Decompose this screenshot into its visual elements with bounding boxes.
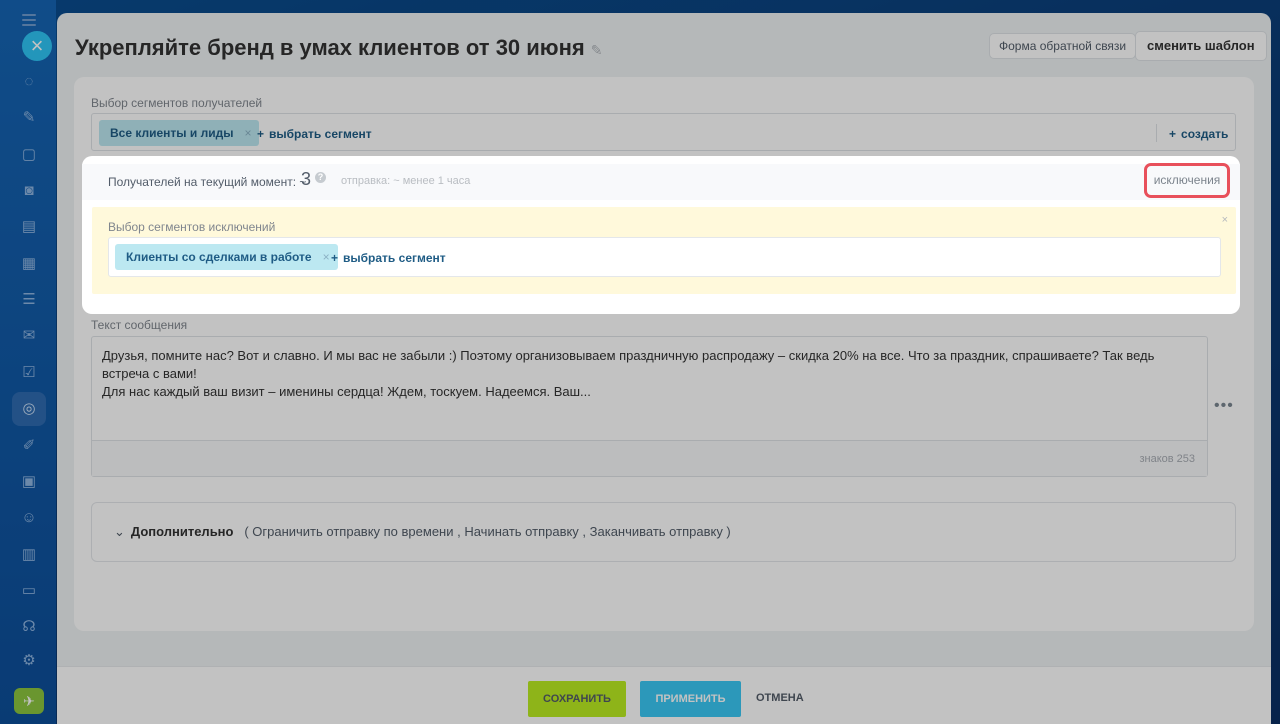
remove-chip-icon[interactable]: × — [323, 244, 330, 270]
exclusion-segments-field[interactable]: Клиенты со сделками в работе × + выбрать с… — [108, 237, 1221, 277]
dim-overlay — [0, 0, 1280, 724]
help-icon[interactable]: ? — [315, 172, 326, 183]
select-exclusion-segment-link[interactable]: + выбрать сегмент — [331, 251, 446, 265]
recipients-exclusions-highlight: Получателей на текущий момент: ~ 3 ? отп… — [82, 156, 1240, 314]
plus-icon: + — [331, 251, 339, 265]
close-icon[interactable]: × — [1222, 214, 1228, 226]
send-time-estimate: отправка: ~ менее 1 часа — [341, 175, 471, 187]
exclusion-segments-area: Выбор сегментов исключений × Клиенты со … — [92, 207, 1236, 294]
recipients-label: Получателей на текущий момент: ~ — [108, 175, 307, 189]
exclusion-segments-label: Выбор сегментов исключений — [108, 220, 276, 234]
exclusion-segment-chip[interactable]: Клиенты со сделками в работе × — [115, 244, 338, 270]
recipients-count: 3 — [301, 169, 312, 189]
recipients-row: Получателей на текущий момент: ~ 3 ? отп… — [82, 163, 1240, 200]
exclusions-button[interactable]: исключения — [1144, 163, 1230, 198]
